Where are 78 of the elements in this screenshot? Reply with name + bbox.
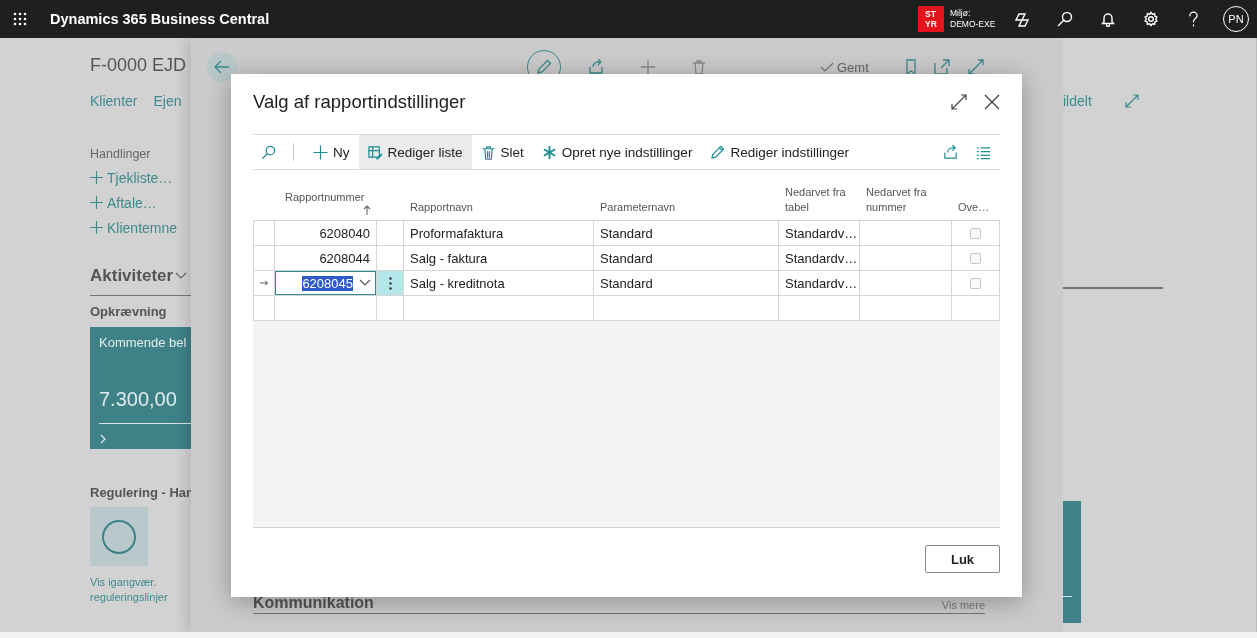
plus-icon [90, 196, 103, 209]
app-launcher-icon[interactable] [13, 12, 27, 26]
app-name: Dynamics 365 Business Central [50, 11, 270, 27]
asterisk-icon [541, 144, 557, 160]
table-cell [377, 221, 404, 246]
sort-arrow-icon [363, 205, 371, 215]
back-button[interactable] [207, 52, 237, 82]
tile-label: Kommende bel [99, 335, 188, 351]
toolbar-button[interactable]: Ny [304, 135, 359, 169]
save-status: Gemt [837, 59, 869, 75]
column-header[interactable]: Rapportnummer [275, 183, 377, 221]
pencil-icon [710, 144, 726, 160]
table-cell: Standard [594, 246, 779, 271]
pencil-icon [536, 59, 552, 75]
checkbox[interactable] [970, 277, 981, 289]
plus-icon [90, 171, 103, 184]
expand-icon[interactable] [967, 59, 984, 75]
table-cell: Standard [594, 221, 779, 246]
toolbar-button[interactable]: Rediger liste [358, 135, 472, 169]
table-cell: Salg - faktura [404, 246, 594, 271]
cue-tile[interactable] [1063, 500, 1081, 623]
table-cell: Standardv… [779, 246, 860, 271]
plus-icon [90, 221, 103, 234]
number-field[interactable]: 6208045 [275, 271, 376, 295]
trash-icon [480, 144, 496, 160]
table-cell: Standardv… [779, 271, 860, 296]
checkbox[interactable] [970, 227, 981, 239]
toolbar-button[interactable]: Opret nye indstillinger [532, 135, 702, 169]
chevron-down-icon [359, 279, 371, 287]
checkmark-icon [820, 62, 834, 72]
toolbar-button[interactable]: Rediger indstillinger [701, 135, 858, 169]
share-icon [943, 144, 958, 160]
trash-icon[interactable] [691, 59, 707, 75]
table-cell: Standardv… [779, 221, 860, 246]
tile-value: 7.300,00 [99, 387, 178, 411]
bell-icon[interactable] [1099, 11, 1116, 27]
close-button[interactable]: Luk [925, 545, 1000, 573]
chevron-down-icon [175, 272, 188, 280]
environment-name: DEMO-EXE [950, 19, 997, 30]
search-icon[interactable] [1056, 11, 1073, 27]
share-icon[interactable] [588, 59, 604, 75]
plus-icon[interactable] [640, 59, 656, 75]
row-selector-cell[interactable] [253, 246, 275, 271]
table-cell: Standard [594, 271, 779, 296]
section-title[interactable]: Aktiviteter [90, 265, 174, 287]
search-icon [260, 144, 276, 160]
table-edit-icon [367, 144, 383, 160]
open-in-new-icon[interactable] [933, 59, 950, 75]
chevron-right-icon [99, 434, 107, 444]
checkbox[interactable] [970, 252, 981, 264]
circle-icon [101, 518, 137, 555]
column-header[interactable]: Nedarvet fra tabel [779, 183, 860, 221]
row-selector-cell[interactable] [253, 221, 275, 246]
plus-icon [313, 144, 328, 160]
copilot-icon[interactable] [1013, 11, 1030, 27]
cue-tile[interactable]: Kommende bel 7.300,00 [90, 327, 191, 449]
table-cell: Salg - kreditnota [404, 271, 594, 296]
action-tile[interactable] [90, 507, 148, 566]
settings-icon[interactable] [1142, 11, 1159, 27]
arrow-left-icon [214, 59, 230, 75]
environment-badge: ST YR [918, 6, 944, 32]
environment-label: Miljø: [950, 8, 972, 19]
close-icon[interactable] [984, 94, 1000, 110]
group-title: Opkrævning [90, 303, 167, 321]
list-icon [976, 144, 991, 160]
more-options-icon[interactable] [388, 276, 392, 290]
actions-heading: Handlinger [90, 146, 151, 162]
table-cell: 6208040 [275, 221, 377, 246]
column-header[interactable]: Nedarvet fra nummer [860, 183, 952, 221]
column-header[interactable]: Parameternavn [594, 183, 779, 221]
expand-icon[interactable] [951, 94, 967, 110]
toolbar-button[interactable]: Slet [471, 135, 533, 169]
dialog-title: Valg af rapportindstillinger [253, 90, 467, 114]
column-header[interactable]: Ove… [952, 183, 1000, 221]
section-title[interactable]: Kommunikation [253, 593, 374, 613]
page-title: F-0000 EJD [90, 54, 187, 76]
table-cell: Proformafaktura [404, 221, 594, 246]
column-header[interactable]: Rapportnavn [404, 183, 594, 221]
